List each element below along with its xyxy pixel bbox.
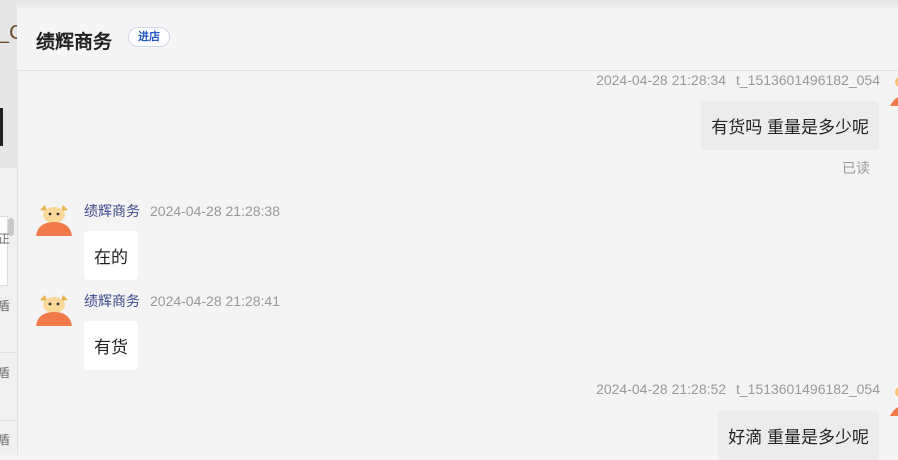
- chat-bubble-incoming[interactable]: 在的: [84, 231, 138, 280]
- message-sender-name[interactable]: 绩辉商务: [84, 293, 140, 309]
- read-status: 已读: [842, 160, 870, 176]
- message-meta: 2024-04-28 21:28:34 t_1513601496182_054: [596, 72, 880, 88]
- user-avatar-icon[interactable]: [888, 380, 898, 418]
- window-top-bar: [17, 0, 898, 8]
- chat-message-incoming: 绩辉商务 2024-04-28 21:28:38: [84, 201, 280, 221]
- message-meta: 绩辉商务 2024-04-28 21:28:41: [84, 291, 280, 311]
- message-text: 好滴 重量是多少呢: [718, 411, 879, 460]
- message-sender-name[interactable]: 绩辉商务: [84, 203, 140, 219]
- left-panel-card[interactable]: [0, 216, 8, 286]
- left-panel-divider: [0, 352, 17, 353]
- chat-message-incoming: 绩辉商务 2024-04-28 21:28:41: [84, 291, 280, 311]
- left-side-panel: _C 正 盾 盾 盾: [0, 0, 18, 455]
- shop-name: 绩辉商务: [36, 32, 113, 53]
- chat-bubble-outgoing[interactable]: 好滴 重量是多少呢: [718, 411, 879, 460]
- left-panel-divider: [0, 420, 17, 421]
- message-text: 在的: [84, 231, 138, 280]
- chat-header: 绩辉商务 进店: [17, 8, 898, 71]
- left-panel-tab-text: _C: [0, 22, 17, 45]
- message-timestamp: 2024-04-28 21:28:41: [150, 293, 280, 309]
- message-meta: 2024-04-28 21:28:52 t_1513601496182_054: [596, 381, 880, 397]
- chat-message-outgoing: 2024-04-28 21:28:34 t_1513601496182_054: [596, 72, 880, 88]
- left-panel-char: 盾: [0, 431, 10, 448]
- message-timestamp: 2024-04-28 21:28:38: [150, 203, 280, 219]
- message-text: 有货吗 重量是多少呢: [701, 101, 879, 150]
- message-meta: 绩辉商务 2024-04-28 21:28:38: [84, 201, 280, 221]
- message-text: 有货: [84, 321, 138, 370]
- bull-mascot-icon[interactable]: [36, 290, 72, 326]
- left-panel-char: 盾: [0, 364, 10, 381]
- message-sender-id: t_1513601496182_054: [735, 72, 880, 88]
- chat-bubble-incoming[interactable]: 有货: [84, 321, 138, 370]
- message-timestamp: 2024-04-28 21:28:52: [596, 381, 727, 397]
- enter-shop-button[interactable]: 进店: [128, 27, 170, 47]
- chat-message-outgoing: 2024-04-28 21:28:52 t_1513601496182_054: [596, 381, 880, 397]
- bull-mascot-icon[interactable]: [36, 200, 72, 236]
- user-avatar-icon[interactable]: [888, 70, 898, 108]
- left-panel-char: 盾: [0, 297, 10, 314]
- message-sender-id: t_1513601496182_054: [735, 381, 880, 397]
- left-panel-char: 正: [0, 230, 10, 247]
- message-timestamp: 2024-04-28 21:28:34: [596, 72, 727, 88]
- left-panel-bar: [0, 108, 3, 146]
- chat-bubble-outgoing[interactable]: 有货吗 重量是多少呢: [701, 101, 879, 150]
